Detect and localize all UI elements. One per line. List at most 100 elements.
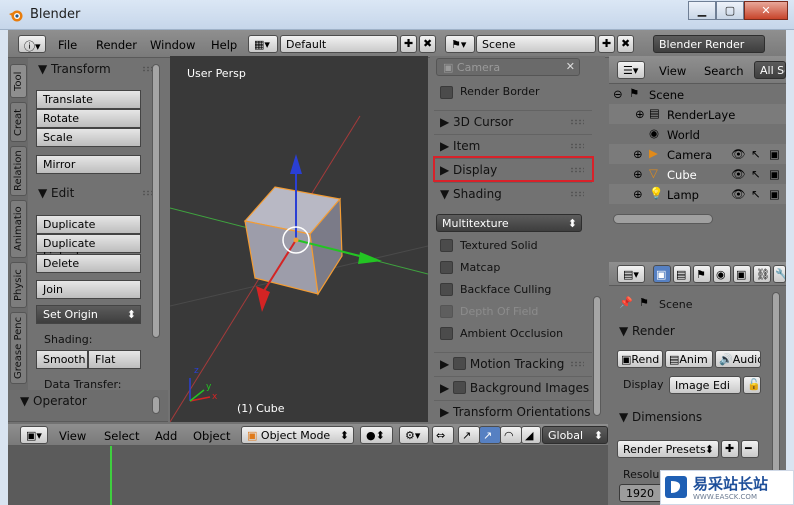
tab-tool[interactable]: Tool	[10, 64, 27, 98]
expand-icon[interactable]: ⊕	[633, 147, 643, 161]
menu-render[interactable]: Render	[96, 38, 137, 52]
modifiers-context-tab[interactable]: 🔧	[773, 265, 786, 283]
menu-view[interactable]: View	[59, 429, 86, 443]
outliner-horizontal-scrollbar[interactable]	[613, 214, 713, 224]
camera-field[interactable]: ▣ Camera ✕	[436, 58, 580, 76]
pin-icon[interactable]: 📌	[619, 296, 633, 309]
pivot-select[interactable]: ⚙▾	[399, 426, 429, 444]
scale-button[interactable]: Scale	[36, 128, 141, 147]
smooth-button[interactable]: Smooth	[36, 350, 88, 369]
motion-tracking-checkbox[interactable]	[453, 357, 467, 370]
3d-viewport[interactable]: User Persp z y x (1) Cube	[170, 56, 428, 422]
scene-icon[interactable]: ⚑▾	[445, 35, 475, 53]
screen-layout-icon[interactable]: ▦▾	[248, 35, 278, 53]
tab-create[interactable]: Creat	[10, 102, 27, 142]
visibility-eye-icon[interactable]: 👁	[731, 167, 746, 181]
edit-panel-header[interactable]: ▼ Edit	[38, 186, 74, 200]
mirror-button[interactable]: Mirror	[36, 155, 141, 174]
ambient-occlusion-checkbox[interactable]	[440, 327, 453, 340]
section-item[interactable]: ▶ Item	[434, 134, 592, 156]
select-cursor-icon[interactable]: ↖	[751, 147, 761, 161]
display-mode-select[interactable]: Image Edi	[669, 376, 741, 394]
duplicate-linked-button[interactable]: Duplicate Linked	[36, 234, 141, 263]
orientation-select[interactable]: Global ⬍	[542, 426, 608, 444]
tool-shelf-scrollbar[interactable]	[152, 64, 160, 338]
viewport-shading-select[interactable]: ●⬍	[360, 426, 393, 444]
shading-mode-select[interactable]: Multitexture ⬍	[436, 214, 582, 232]
flat-button[interactable]: Flat	[88, 350, 141, 369]
remove-preset-icon[interactable]: ━	[741, 440, 759, 458]
scene-field[interactable]: Scene	[476, 35, 596, 53]
world-context-tab[interactable]: ◉	[713, 265, 731, 283]
render-context-tab[interactable]: ▣	[653, 265, 671, 283]
properties-editor-type-button[interactable]: ▤▾	[617, 265, 645, 283]
n-panel-scrollbar[interactable]	[593, 296, 601, 416]
translate-button[interactable]: Translate	[36, 90, 141, 109]
properties-scrollbar[interactable]	[772, 292, 780, 492]
render-camera-icon[interactable]: ▣	[769, 147, 780, 161]
outliner-row-cube[interactable]: ⊕ ▽ Cube 👁 ↖ ▣	[609, 164, 786, 184]
expand-icon[interactable]: ⊕	[633, 167, 643, 181]
menu-window[interactable]: Window	[150, 38, 195, 52]
outliner-row-lamp[interactable]: ⊕ 💡 Lamp 👁 ↖ ▣	[609, 184, 786, 204]
visibility-eye-icon[interactable]: 👁	[731, 147, 746, 161]
timeline-area[interactable]	[8, 446, 608, 505]
menu-help[interactable]: Help	[211, 38, 237, 52]
textured-solid-checkbox[interactable]	[440, 239, 453, 252]
lock-icon[interactable]: 🔓	[743, 376, 761, 394]
join-button[interactable]: Join	[36, 280, 141, 299]
outliner-row-renderlayers[interactable]: ⊕ ▤ RenderLaye	[609, 104, 786, 124]
render-panel-header[interactable]: ▼ Render	[613, 324, 763, 346]
matcap-checkbox[interactable]	[440, 261, 453, 274]
select-cursor-icon[interactable]: ↖	[751, 167, 761, 181]
scene-context-tab[interactable]: ⚑	[693, 265, 711, 283]
section-shading[interactable]: ▼ Shading	[434, 182, 592, 204]
editor-type-button[interactable]: ⓘ▾	[18, 35, 46, 53]
render-image-button[interactable]: ▣Rend	[617, 350, 663, 368]
depth-of-field-checkbox[interactable]	[440, 305, 453, 318]
render-animation-button[interactable]: ▤Anim	[665, 350, 713, 368]
render-border-checkbox[interactable]	[440, 86, 453, 99]
menu-select[interactable]: Select	[104, 429, 139, 443]
mode-select[interactable]: ▣ Object Mode ⬍	[241, 426, 354, 444]
expand-icon[interactable]: ⊕	[635, 107, 645, 121]
clear-camera-icon[interactable]: ✕	[566, 60, 575, 73]
background-images-checkbox[interactable]	[453, 381, 467, 394]
maximize-button[interactable]: ▢	[716, 1, 744, 20]
backface-culling-checkbox[interactable]	[440, 283, 453, 296]
render-engine-select[interactable]: Blender Render	[653, 35, 765, 53]
menu-object[interactable]: Object	[193, 429, 230, 443]
render-presets-select[interactable]: Render Presets ⬍	[617, 440, 719, 458]
operator-scrollbar[interactable]	[152, 396, 160, 414]
outliner-row-scene[interactable]: ⊖ ⚑ Scene	[609, 84, 786, 104]
object-context-tab[interactable]: ▣	[733, 265, 751, 283]
outliner-menu-view[interactable]: View	[659, 64, 686, 78]
scale-manipulator-icon[interactable]: ◢	[521, 426, 541, 444]
manipulator-toggle[interactable]: ⇔	[432, 426, 454, 444]
manipulator-axes-icon[interactable]: ↗	[458, 426, 480, 444]
viewport-editor-type-button[interactable]: ▣▾	[20, 426, 48, 444]
dimensions-panel-header[interactable]: ▼ Dimensions	[613, 410, 763, 432]
section-3d-cursor[interactable]: ▶ 3D Cursor	[434, 110, 592, 132]
section-motion-tracking[interactable]: ▶ Motion Tracking	[434, 352, 592, 374]
tab-physics[interactable]: Physic	[10, 262, 27, 308]
menu-add[interactable]: Add	[155, 429, 177, 443]
expand-icon[interactable]: ⊕	[633, 187, 643, 201]
rotate-button[interactable]: Rotate	[36, 109, 141, 128]
add-preset-icon[interactable]: ✚	[721, 440, 739, 458]
current-frame-indicator[interactable]	[110, 446, 112, 505]
tab-animation[interactable]: Animatio	[10, 200, 27, 258]
set-origin-select[interactable]: Set Origin ⬍	[36, 305, 141, 324]
section-background-images[interactable]: ▶ Background Images	[434, 376, 592, 398]
add-scene-icon[interactable]: ✚	[598, 35, 615, 53]
outliner-row-world[interactable]: ◉ World	[609, 124, 786, 144]
outliner-editor-type-button[interactable]: ☰▾	[617, 61, 645, 79]
close-button[interactable]: ✕	[744, 1, 788, 20]
add-screen-icon[interactable]: ✚	[400, 35, 417, 53]
constraints-context-tab[interactable]: ⛓	[753, 265, 771, 283]
translate-manipulator-icon[interactable]: ↗	[479, 426, 501, 444]
render-layers-context-tab[interactable]: ▤	[673, 265, 691, 283]
tab-grease-pencil[interactable]: Grease Penc	[10, 312, 27, 384]
outliner-menu-search[interactable]: Search	[704, 64, 744, 78]
select-cursor-icon[interactable]: ↖	[751, 187, 761, 201]
